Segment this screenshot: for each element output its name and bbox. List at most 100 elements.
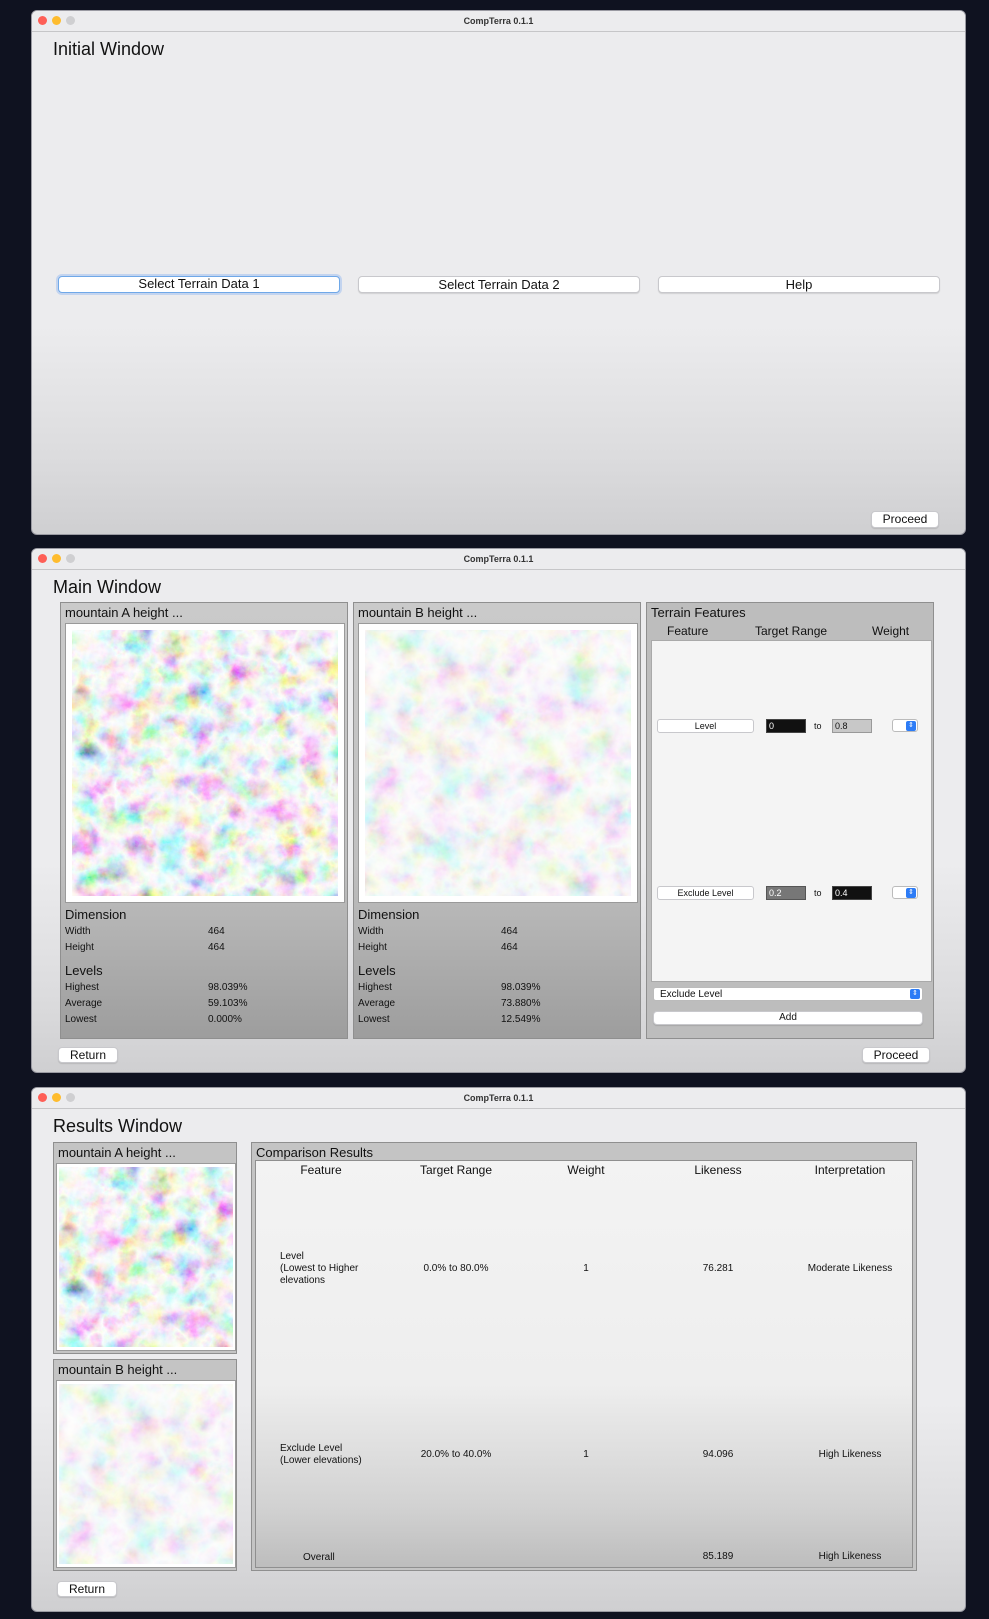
- height-label: Height: [65, 942, 94, 953]
- window-controls: [38, 1093, 75, 1103]
- window-controls: [38, 16, 75, 26]
- proceed-button[interactable]: Proceed: [871, 511, 939, 528]
- window-title: CompTerra 0.1.1: [463, 1093, 534, 1103]
- title-bar: CompTerra 0.1.1: [32, 1088, 965, 1109]
- row1-weight: 1: [583, 1263, 589, 1274]
- level-from-input[interactable]: 0: [766, 719, 806, 733]
- highest-value: 98.039%: [501, 982, 541, 993]
- average-value: 59.103%: [208, 998, 248, 1009]
- row2-likeness: 94.096: [702, 1449, 734, 1460]
- terrain-a-image-frame: [65, 623, 345, 903]
- main-window: CompTerra 0.1.1 Main Window mountain A h…: [31, 548, 966, 1073]
- lowest-value: 12.549%: [501, 1014, 541, 1025]
- terrain-features-title: Terrain Features: [651, 605, 746, 620]
- stepper-arrows-icon: ⇕: [906, 888, 916, 898]
- zoom-icon[interactable]: [66, 554, 75, 563]
- close-icon[interactable]: [38, 16, 47, 25]
- results-window: CompTerra 0.1.1 Results Window mountain …: [31, 1087, 966, 1612]
- row1-interpretation: Moderate Likeness: [807, 1263, 893, 1274]
- terrain-a-title: mountain A height ...: [65, 605, 183, 620]
- overall-likeness: 85.189: [702, 1551, 734, 1562]
- terrain-a-heightmap: [72, 630, 338, 896]
- zoom-icon[interactable]: [66, 1093, 75, 1102]
- exclude-from-input[interactable]: 0.2: [766, 886, 806, 900]
- highest-label: Highest: [65, 982, 99, 993]
- row2-range: 20.0% to 40.0%: [420, 1449, 492, 1460]
- exclude-to-input[interactable]: 0.4: [832, 886, 872, 900]
- title-bar: CompTerra 0.1.1: [32, 549, 965, 570]
- width-label: Width: [358, 926, 384, 937]
- average-label: Average: [358, 998, 396, 1009]
- exclude-weight-stepper[interactable]: ⇕: [892, 886, 918, 899]
- row2-feature: Exclude Level (Lower elevations): [280, 1443, 362, 1466]
- col-feature-header: Feature: [667, 624, 709, 638]
- levels-heading: Levels: [65, 963, 103, 978]
- return-button[interactable]: Return: [57, 1581, 117, 1597]
- terrain-b-heightmap: [365, 630, 631, 896]
- terrain-features-panel: Terrain Features Feature Target Range We…: [646, 602, 934, 1039]
- row1-likeness: 76.281: [702, 1263, 734, 1274]
- height-value: 464: [501, 942, 518, 953]
- result-terrain-a-heightmap: [59, 1167, 233, 1347]
- row1-range: 0.0% to 80.0%: [423, 1263, 489, 1274]
- col-interpretation-header: Interpretation: [814, 1163, 886, 1177]
- lowest-label: Lowest: [358, 1014, 390, 1025]
- level-to-label: to: [814, 721, 822, 731]
- lowest-value: 0.000%: [208, 1014, 242, 1025]
- zoom-icon[interactable]: [66, 16, 75, 25]
- add-feature-button[interactable]: Add: [653, 1011, 923, 1025]
- highest-label: Highest: [358, 982, 392, 993]
- col-feature-header: Feature: [300, 1163, 342, 1177]
- page-title: Main Window: [53, 577, 162, 597]
- result-terrain-a-panel: mountain A height ...: [53, 1142, 237, 1354]
- close-icon[interactable]: [38, 554, 47, 563]
- levels-heading: Levels: [358, 963, 396, 978]
- return-button[interactable]: Return: [58, 1047, 118, 1063]
- feature-level-button[interactable]: Level: [657, 719, 754, 733]
- comparison-results-panel: Comparison Results Feature Target Range …: [251, 1142, 917, 1571]
- window-title: CompTerra 0.1.1: [463, 554, 534, 564]
- window-controls: [38, 554, 75, 564]
- row2-interpretation: High Likeness: [818, 1449, 882, 1460]
- dimension-heading: Dimension: [358, 907, 420, 922]
- page-title: Initial Window: [53, 39, 165, 59]
- select-terrain-1-button[interactable]: Select Terrain Data 1: [58, 276, 340, 293]
- row1-feature: Level (Lowest to Higher elevations: [280, 1251, 359, 1286]
- feature-type-value: Exclude Level: [660, 989, 723, 1000]
- level-to-input[interactable]: 0.8: [832, 719, 872, 733]
- title-bar: CompTerra 0.1.1: [32, 11, 965, 32]
- result-terrain-b-frame: [56, 1380, 236, 1568]
- height-label: Height: [358, 942, 387, 953]
- initial-window: CompTerra 0.1.1 Initial Window Select Te…: [31, 10, 966, 535]
- col-weight-header: Weight: [567, 1163, 605, 1177]
- proceed-button[interactable]: Proceed: [862, 1047, 930, 1063]
- feature-type-select[interactable]: Exclude Level ⇕: [653, 987, 923, 1001]
- minimize-icon[interactable]: [52, 16, 61, 25]
- help-button[interactable]: Help: [658, 276, 940, 293]
- select-arrows-icon: ⇕: [910, 989, 920, 999]
- close-icon[interactable]: [38, 1093, 47, 1102]
- result-terrain-a-frame: [56, 1163, 236, 1351]
- result-terrain-b-heightmap: [59, 1384, 233, 1564]
- feature-exclude-level-button[interactable]: Exclude Level: [657, 886, 754, 900]
- page-title: Results Window: [53, 1116, 183, 1136]
- average-label: Average: [65, 998, 103, 1009]
- col-weight-header: Weight: [872, 624, 910, 638]
- minimize-icon[interactable]: [52, 554, 61, 563]
- comparison-table: Feature Target Range Weight Likeness Int…: [255, 1160, 913, 1568]
- terrain-a-panel: mountain A height ... Dimension Width 46…: [60, 602, 348, 1039]
- dimension-heading: Dimension: [65, 907, 127, 922]
- terrain-b-title: mountain B height ...: [358, 605, 478, 620]
- stepper-arrows-icon: ⇕: [906, 721, 916, 731]
- col-likeness-header: Likeness: [694, 1163, 742, 1177]
- comparison-results-title: Comparison Results: [256, 1145, 374, 1160]
- result-terrain-b-title: mountain B height ...: [58, 1362, 178, 1377]
- minimize-icon[interactable]: [52, 1093, 61, 1102]
- select-terrain-2-button[interactable]: Select Terrain Data 2: [358, 276, 640, 293]
- average-value: 73.880%: [501, 998, 541, 1009]
- overall-interpretation: High Likeness: [818, 1551, 882, 1562]
- result-terrain-a-title: mountain A height ...: [58, 1145, 176, 1160]
- col-range-header: Target Range: [755, 624, 828, 638]
- level-weight-stepper[interactable]: ⇕: [892, 719, 918, 732]
- lowest-label: Lowest: [65, 1014, 97, 1025]
